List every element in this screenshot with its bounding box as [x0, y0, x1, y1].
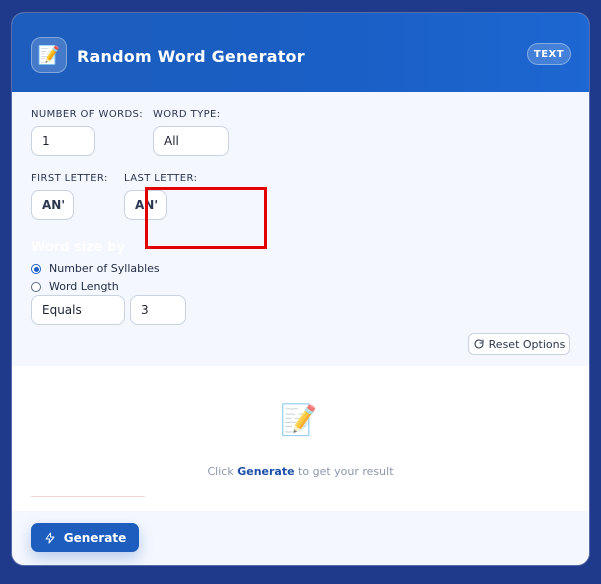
radio-button[interactable]: [31, 263, 41, 274]
footer: Generate: [12, 511, 589, 565]
text-badge: TEXT: [527, 43, 571, 65]
app-window: 📝 Random Word Generator TEXT NUMBER OF W…: [12, 13, 589, 565]
result-panel: 📝 Click Generate to get your result: [12, 366, 589, 512]
size-value-input[interactable]: 3: [130, 295, 186, 325]
reset-options-label: Reset Options: [488, 337, 566, 351]
comparison-select[interactable]: Equals: [31, 295, 125, 325]
divider: [31, 496, 145, 497]
number-of-words-input[interactable]: 1: [31, 126, 95, 156]
notepad-pencil-icon: 📝: [280, 402, 318, 438]
refresh-icon: [474, 339, 484, 349]
result-placeholder: Click Generate to get your result: [12, 465, 589, 478]
number-of-words-label: NUMBER OF WORDS:: [31, 109, 144, 120]
notepad-pencil-icon: 📝: [31, 37, 67, 73]
word-type-input[interactable]: All: [153, 126, 229, 156]
radio-number-of-syllables[interactable]: Number of Syllables: [31, 262, 160, 275]
app-header: 📝 Random Word Generator TEXT: [12, 13, 589, 92]
radio-button[interactable]: [31, 281, 41, 292]
radio-label: Word Length: [49, 280, 119, 293]
result-text-suffix: to get your result: [294, 465, 394, 478]
options-panel: NUMBER OF WORDS: 1 WORD TYPE: All FIRST …: [12, 92, 589, 367]
last-letter-label: LAST LETTER:: [124, 173, 198, 184]
first-letter-label: FIRST LETTER:: [31, 173, 108, 184]
generate-label: Generate: [63, 530, 127, 545]
result-text-prefix: Click: [207, 465, 238, 478]
radio-word-length[interactable]: Word Length: [31, 280, 119, 293]
radio-label: Number of Syllables: [49, 262, 160, 275]
generate-button[interactable]: Generate: [31, 523, 139, 552]
last-letter-input[interactable]: AN': [124, 190, 167, 220]
page-title: Random Word Generator: [77, 47, 305, 66]
first-letter-input[interactable]: AN': [31, 190, 74, 220]
word-size-title: Word size by: [31, 240, 125, 255]
word-type-label: WORD TYPE:: [153, 109, 221, 120]
result-text-link: Generate: [237, 465, 295, 478]
reset-options-button[interactable]: Reset Options: [468, 333, 570, 355]
bolt-icon: [45, 532, 55, 543]
